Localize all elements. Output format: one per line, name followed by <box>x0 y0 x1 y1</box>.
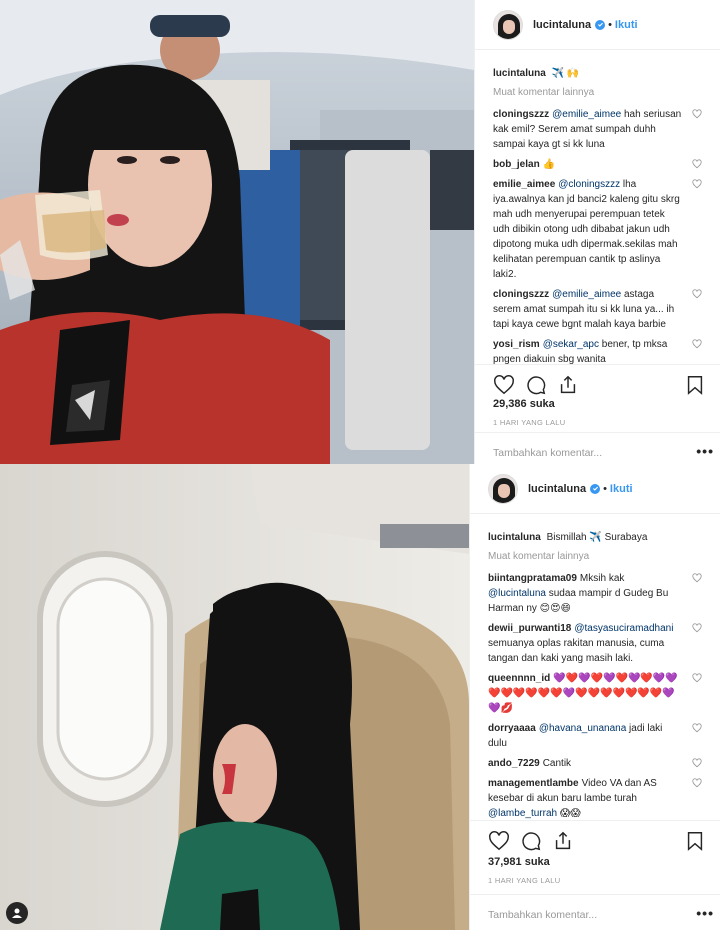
comment-list[interactable]: lucintaluna Bismillah ✈️ Surabaya Muat k… <box>470 514 720 834</box>
post-header: lucintaluna • Ikuti <box>475 0 720 50</box>
comment-text-2: semuanya oplas rakitan manusia, cuma tan… <box>488 638 665 664</box>
add-comment-field[interactable]: Tambahkan komentar... ••• <box>470 894 720 930</box>
comment-text: Mksih kak <box>579 573 625 584</box>
bookmark-icon[interactable] <box>684 374 706 396</box>
comment-mention[interactable]: @emilie_aimee <box>552 289 621 300</box>
avatar[interactable] <box>493 9 523 40</box>
comment-mention[interactable]: @sekar_apc <box>543 339 599 350</box>
comment-username[interactable]: cloningszzz <box>493 109 549 120</box>
add-comment-placeholder: Tambahkan komentar... <box>488 908 598 921</box>
comment-row: yosi_rism @sekar_apc bener, tp mksa pngen… <box>493 337 702 364</box>
comment-row: dewii_purwanti18 @tasyasuciramadhani semu… <box>488 621 702 666</box>
comment-mention-2[interactable]: @lucintaluna <box>488 588 546 599</box>
caption: lucintaluna Bismillah ✈️ Surabaya <box>488 530 702 545</box>
comment-username[interactable]: dewii_purwanti18 <box>488 623 571 634</box>
comment-like-heart-icon[interactable] <box>692 758 702 768</box>
comment-username[interactable]: yosi_rism <box>493 339 540 350</box>
comment-username[interactable]: emilie_aimee <box>493 179 555 190</box>
comment-like-heart-icon[interactable] <box>692 778 702 788</box>
follow-button[interactable]: Ikuti <box>610 483 633 495</box>
verified-badge-icon <box>590 483 601 494</box>
comment-mention-2[interactable]: @havana_unanana <box>539 723 626 734</box>
comment-row: dorryaaaa @havana_unanana jadi laki dulu <box>488 721 702 751</box>
user-tag-icon[interactable] <box>6 902 28 924</box>
action-bar <box>470 820 720 860</box>
caption-username[interactable]: lucintaluna <box>488 532 541 543</box>
post-header: lucintaluna • Ikuti <box>470 464 720 514</box>
share-icon[interactable] <box>557 374 579 396</box>
post-1-photo[interactable] <box>0 0 474 464</box>
separator-dot: • <box>608 18 612 31</box>
add-comment-placeholder: Tambahkan komentar... <box>493 446 603 459</box>
like-count[interactable]: 37,981 suka <box>488 856 550 868</box>
separator-dot: • <box>603 482 607 495</box>
comment-like-heart-icon[interactable] <box>692 109 702 119</box>
comment-row: emilie_aimee @cloningszzz lha iya.awalnya… <box>493 177 702 282</box>
comment-mention[interactable]: @emilie_aimee <box>552 109 621 120</box>
comment-like-heart-icon[interactable] <box>692 573 702 583</box>
verified-badge-icon <box>595 19 606 30</box>
comment-mention[interactable]: @cloningszzz <box>558 179 620 190</box>
comment-username[interactable]: ando_7229 <box>488 758 540 769</box>
post-1: lucintaluna • Ikuti lucintaluna ✈️ 🙌 Mua… <box>0 0 720 464</box>
comment-like-heart-icon[interactable] <box>692 289 702 299</box>
post-1-side-panel: lucintaluna • Ikuti lucintaluna ✈️ 🙌 Mua… <box>474 0 720 464</box>
comment-text-2: 😱😱 <box>557 808 581 819</box>
comment-list[interactable]: lucintaluna ✈️ 🙌 Muat komentar lainnya c… <box>475 50 720 364</box>
comment-username[interactable]: bob_jelan <box>493 159 540 170</box>
comment-like-heart-icon[interactable] <box>692 723 702 733</box>
load-more-comments-link[interactable]: Muat komentar lainnya <box>493 87 702 98</box>
comment-text: lha iya.awalnya kan jd banci2 kaleng git… <box>493 179 680 280</box>
comment-mention-2[interactable]: @lambe_turrah <box>488 808 557 819</box>
airplane-selfie-image <box>0 0 474 464</box>
caption-text: Bismillah ✈️ Surabaya <box>546 532 648 543</box>
comment-text: 👍 <box>542 159 556 170</box>
comment-username[interactable]: queennnn_id <box>488 673 550 684</box>
comment-username[interactable]: managementlambe <box>488 778 579 789</box>
like-heart-icon[interactable] <box>493 374 515 396</box>
comment-row: ando_7229 Cantik <box>488 756 702 771</box>
username[interactable]: lucintaluna <box>533 19 591 31</box>
share-icon[interactable] <box>552 830 574 852</box>
bookmark-icon[interactable] <box>684 830 706 852</box>
comment-row: biintangpratama09 Mksih kak @lucintaluna … <box>488 571 702 616</box>
comment-like-heart-icon[interactable] <box>692 673 702 683</box>
comment-row: cloningszzz @emilie_aimee hah seriusan ka… <box>493 107 702 152</box>
follow-button[interactable]: Ikuti <box>615 19 638 31</box>
timestamp: 1 HARI YANG LALU <box>493 418 566 427</box>
post-2-photo[interactable] <box>0 464 469 930</box>
caption: lucintaluna ✈️ 🙌 <box>493 66 702 81</box>
comment-row: cloningszzz @emilie_aimee astaga serem am… <box>493 287 702 332</box>
comment-row: managementlambe Video VA dan AS kesebar d… <box>488 776 702 821</box>
like-heart-icon[interactable] <box>488 830 510 852</box>
load-more-comments-link[interactable]: Muat komentar lainnya <box>488 551 702 562</box>
comment-like-heart-icon[interactable] <box>692 339 702 349</box>
comment-like-heart-icon[interactable] <box>692 159 702 169</box>
caption-username[interactable]: lucintaluna <box>493 68 546 79</box>
comment-mention-2[interactable]: @tasyasuciramadhani <box>574 623 673 634</box>
post-2-side-panel: lucintaluna • Ikuti lucintaluna Bismilla… <box>469 464 720 930</box>
post-2: lucintaluna • Ikuti lucintaluna Bismilla… <box>0 464 720 930</box>
comment-like-heart-icon[interactable] <box>692 179 702 189</box>
comment-username[interactable]: biintangpratama09 <box>488 573 577 584</box>
caption-text: ✈️ 🙌 <box>551 68 580 79</box>
comment-text: Cantik <box>542 758 572 769</box>
username[interactable]: lucintaluna <box>528 483 586 495</box>
comment-icon[interactable] <box>525 374 547 396</box>
more-options-icon[interactable]: ••• <box>696 905 714 921</box>
avatar[interactable] <box>488 473 518 504</box>
like-count[interactable]: 29,386 suka <box>493 398 555 410</box>
comment-icon[interactable] <box>520 830 542 852</box>
comment-username[interactable]: dorryaaaa <box>488 723 536 734</box>
comment-like-heart-icon[interactable] <box>692 623 702 633</box>
comment-row: bob_jelan 👍 <box>493 157 702 172</box>
airplane-window-image <box>0 464 469 930</box>
comment-row: queennnn_id 💜❤️💜❤️💜❤️💜❤️💜💜❤️❤️❤️❤️❤️❤️💜❤️… <box>488 671 702 716</box>
timestamp: 1 HARI YANG LALU <box>488 876 561 885</box>
more-options-icon[interactable]: ••• <box>696 443 714 459</box>
comment-username[interactable]: cloningszzz <box>493 289 549 300</box>
